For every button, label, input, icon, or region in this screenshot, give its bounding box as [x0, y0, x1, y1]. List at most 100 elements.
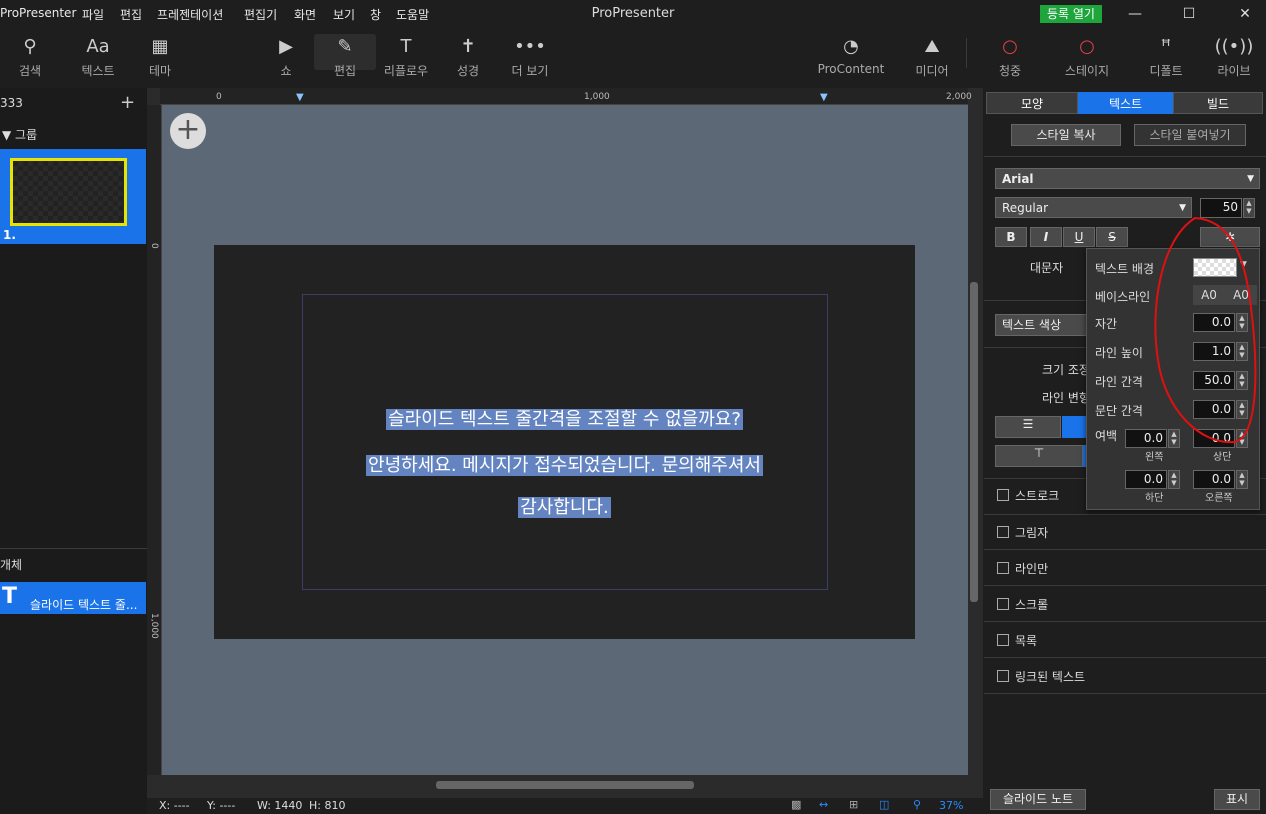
- register-button[interactable]: 등록 열기: [1040, 5, 1102, 23]
- toolbar-divider: [966, 38, 967, 68]
- audience-button[interactable]: ○ 청중: [986, 28, 1034, 88]
- fit-width-icon[interactable]: ↔: [819, 798, 828, 811]
- horizontal-scroll-thumb[interactable]: [436, 781, 694, 789]
- caps-label: 대문자: [1030, 261, 1064, 275]
- text-box[interactable]: [302, 294, 828, 590]
- close-icon[interactable]: ✕: [1230, 4, 1260, 24]
- group-header[interactable]: ▼ 그룹: [2, 126, 37, 143]
- slide-number: 1.: [3, 228, 16, 242]
- linked-text-label: 링크된 텍스트: [1015, 670, 1086, 684]
- scale-label: 크기 조정: [1042, 363, 1086, 377]
- zoom-icon[interactable]: ⚲: [913, 798, 921, 811]
- stroke-label: 스트로크: [1015, 489, 1060, 503]
- procontent-button[interactable]: ◔ ProContent: [812, 28, 890, 88]
- maximize-icon[interactable]: ☐: [1174, 4, 1204, 24]
- vertical-scroll-thumb[interactable]: [970, 282, 978, 602]
- section-divider: [984, 156, 1266, 157]
- bible-icon: ✝: [460, 36, 476, 57]
- procontent-icon: ◔: [843, 36, 859, 57]
- margin-bottom-label: 하단: [1145, 493, 1164, 504]
- scroll-label: 스크롤: [1015, 598, 1049, 612]
- minimize-icon[interactable]: —: [1120, 4, 1150, 24]
- margin-left-label: 왼쪽: [1145, 452, 1164, 463]
- ruler-tick-label: 1,000: [149, 613, 159, 639]
- copy-style-button[interactable]: 스타일 복사: [1011, 124, 1121, 146]
- linked-text-checkbox[interactable]: [997, 670, 1009, 682]
- more-button[interactable]: ••• 더 보기: [502, 28, 558, 88]
- ruler-marker-icon[interactable]: ▼: [820, 92, 828, 103]
- panel-divider: [0, 548, 147, 549]
- align-top-icon: ⊤: [1033, 446, 1045, 460]
- edit-button[interactable]: ✎ 편집: [314, 28, 376, 88]
- stage-button[interactable]: ○ 스테이지: [1056, 28, 1118, 88]
- font-family-select[interactable]: Arial ▼: [995, 168, 1260, 189]
- media-button[interactable]: ⛰ 미디어: [904, 28, 960, 88]
- valign-top-button[interactable]: ⊤: [995, 445, 1083, 467]
- underline-button[interactable]: U: [1063, 227, 1095, 247]
- stage-icon: ○: [1079, 36, 1095, 57]
- align-left-button[interactable]: ☰: [995, 416, 1061, 438]
- ruler-marker-icon[interactable]: ▼: [296, 92, 304, 103]
- bold-button[interactable]: B: [995, 227, 1027, 247]
- strikethrough-button[interactable]: S: [1096, 227, 1128, 247]
- live-button[interactable]: ((•)) 라이브: [1210, 28, 1258, 88]
- tab-text[interactable]: 텍스트: [1078, 92, 1173, 114]
- grid-icon[interactable]: ⊞: [849, 798, 858, 811]
- margin-bottom-input[interactable]: 0.0: [1125, 470, 1167, 489]
- text-object-icon: T: [2, 584, 18, 609]
- red-annotation: [1154, 216, 1257, 444]
- checkerboard-icon[interactable]: ▩: [791, 798, 801, 811]
- add-icon[interactable]: +: [120, 92, 135, 113]
- paragraph-spacing-label: 문단 간격: [1095, 404, 1143, 418]
- reflow-button[interactable]: T 리플로우: [378, 28, 434, 88]
- text-color-select[interactable]: 텍스트 색상: [995, 314, 1087, 336]
- reflow-icon: T: [400, 36, 412, 57]
- ruler-icon[interactable]: ◫: [879, 798, 889, 811]
- line-spacing-label: 라인 간격: [1095, 375, 1143, 389]
- object-item[interactable]: T 슬라이드 텍스트 줄...: [0, 582, 146, 614]
- more-icon: •••: [514, 36, 546, 57]
- align-center-button[interactable]: [1062, 416, 1086, 438]
- add-object-icon[interactable]: +: [170, 113, 206, 149]
- slide-thumbnail: [10, 158, 127, 226]
- margin-right-label: 오른쪽: [1205, 493, 1233, 504]
- tab-shape[interactable]: 모양: [986, 92, 1078, 114]
- ruler-tick-label: 0: [149, 243, 159, 249]
- ruler-tick-label: 2,000: [946, 92, 972, 102]
- chevron-down-icon: ▼: [1247, 174, 1254, 184]
- ruler-horizontal: 0 1,000 2,000 ▼ ▼: [160, 88, 972, 105]
- line-only-checkbox[interactable]: [997, 562, 1009, 574]
- search-button[interactable]: ⚲ 검색: [6, 28, 54, 88]
- line-transform-label: 라인 변형: [1042, 391, 1086, 405]
- ruler-tick-label: 1,000: [584, 92, 610, 102]
- ruler-vertical: 0 1,000: [147, 105, 162, 775]
- shadow-checkbox[interactable]: [997, 526, 1009, 538]
- objects-header: 개체: [0, 558, 23, 572]
- theme-button[interactable]: ▦ 테마: [136, 28, 184, 88]
- kerning-label: 자간: [1095, 317, 1118, 331]
- section-divider: [984, 585, 1266, 586]
- list-checkbox[interactable]: [997, 634, 1009, 646]
- section-divider: [984, 549, 1266, 550]
- slide-notes-button[interactable]: 슬라이드 노트: [990, 789, 1086, 810]
- text-button[interactable]: Aa 텍스트: [72, 28, 124, 88]
- theme-icon: ▦: [151, 36, 169, 57]
- pencil-icon: ✎: [337, 36, 353, 57]
- show-button-panel[interactable]: 표시: [1214, 789, 1260, 810]
- section-divider: [984, 621, 1266, 622]
- tab-build[interactable]: 빌드: [1173, 92, 1263, 114]
- props-button[interactable]: ꟸ 디폴트: [1142, 28, 1190, 88]
- stroke-checkbox[interactable]: [997, 489, 1009, 501]
- italic-button[interactable]: I: [1030, 227, 1062, 247]
- paste-style-button[interactable]: 스타일 붙여넣기: [1134, 124, 1246, 146]
- margin-bottom-stepper[interactable]: ▲ ▼: [1168, 470, 1180, 489]
- show-button[interactable]: ▶ 쇼: [262, 28, 310, 88]
- slide-text-line: 슬라이드 텍스트 줄간격을 조절할 수 없을까요?: [386, 409, 743, 430]
- scroll-checkbox[interactable]: [997, 598, 1009, 610]
- zoom-level[interactable]: 37%: [939, 799, 963, 812]
- margin-right-input[interactable]: 0.0: [1193, 470, 1235, 489]
- props-icon: ꟸ: [1160, 36, 1172, 57]
- bible-button[interactable]: ✝ 성경: [446, 28, 490, 88]
- margin-right-stepper[interactable]: ▲ ▼: [1236, 470, 1248, 489]
- audience-icon: ○: [1002, 36, 1018, 57]
